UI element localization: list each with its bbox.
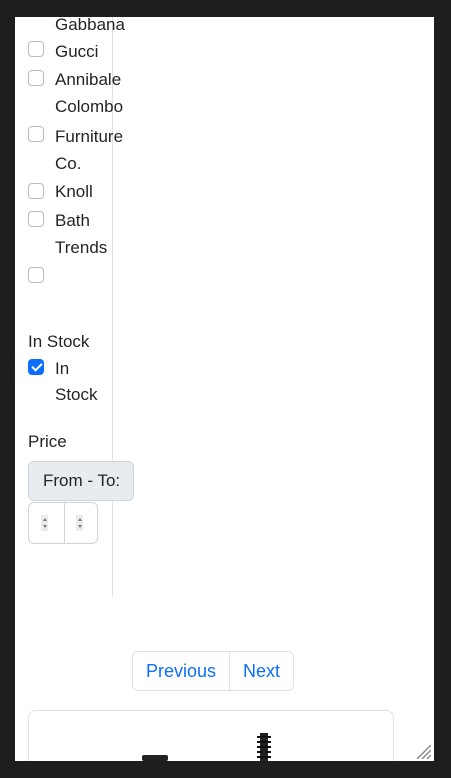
product-card[interactable] <box>28 710 394 761</box>
resize-grip-icon[interactable] <box>415 743 431 759</box>
price-to-spinner[interactable] <box>76 515 83 531</box>
brand-label-furniture-co-line2: Co. <box>55 154 82 173</box>
brand-label-bath-trends-line1: Bath <box>55 211 90 230</box>
in-stock-checkbox[interactable] <box>28 359 44 375</box>
in-stock-label-line2: Stock <box>55 385 98 404</box>
brand-label-annibale-colombo-line2: Colombo <box>55 97 124 116</box>
brand-checkbox-bath-trends[interactable] <box>28 211 44 227</box>
previous-button[interactable]: Previous <box>133 652 229 690</box>
brand-checkbox-unlabeled[interactable] <box>28 267 44 283</box>
next-button[interactable]: Next <box>229 652 293 690</box>
brand-checkbox-furniture-co[interactable] <box>28 126 44 142</box>
brand-label-gabbana: Gabbana <box>55 17 125 34</box>
in-stock-heading: In Stock <box>28 332 90 351</box>
price-from-spinner[interactable] <box>41 515 48 531</box>
price-input-separator <box>64 503 65 543</box>
brand-label-knoll: Knoll <box>55 182 93 201</box>
price-inputs-group <box>28 502 98 544</box>
brand-label-annibale-colombo-line1: Annibale <box>55 70 122 89</box>
price-range-addon: From - To: <box>28 461 134 501</box>
page-viewport: Gabbana Gucci Annibale Colombo Furniture… <box>15 17 434 761</box>
brand-label-gucci: Gucci <box>55 42 99 61</box>
in-stock-label-line1: In <box>55 359 70 378</box>
brand-label-furniture-co-line1: Furniture <box>55 127 124 146</box>
pagination: Previous Next <box>132 651 295 691</box>
brand-label-bath-trends-line2: Trends <box>55 238 108 257</box>
brand-checkbox-annibale-colombo[interactable] <box>28 70 44 86</box>
brand-checkbox-knoll[interactable] <box>28 183 44 199</box>
price-heading: Price <box>28 432 67 451</box>
product-image <box>142 733 271 761</box>
brand-checkbox-gucci[interactable] <box>28 41 44 57</box>
